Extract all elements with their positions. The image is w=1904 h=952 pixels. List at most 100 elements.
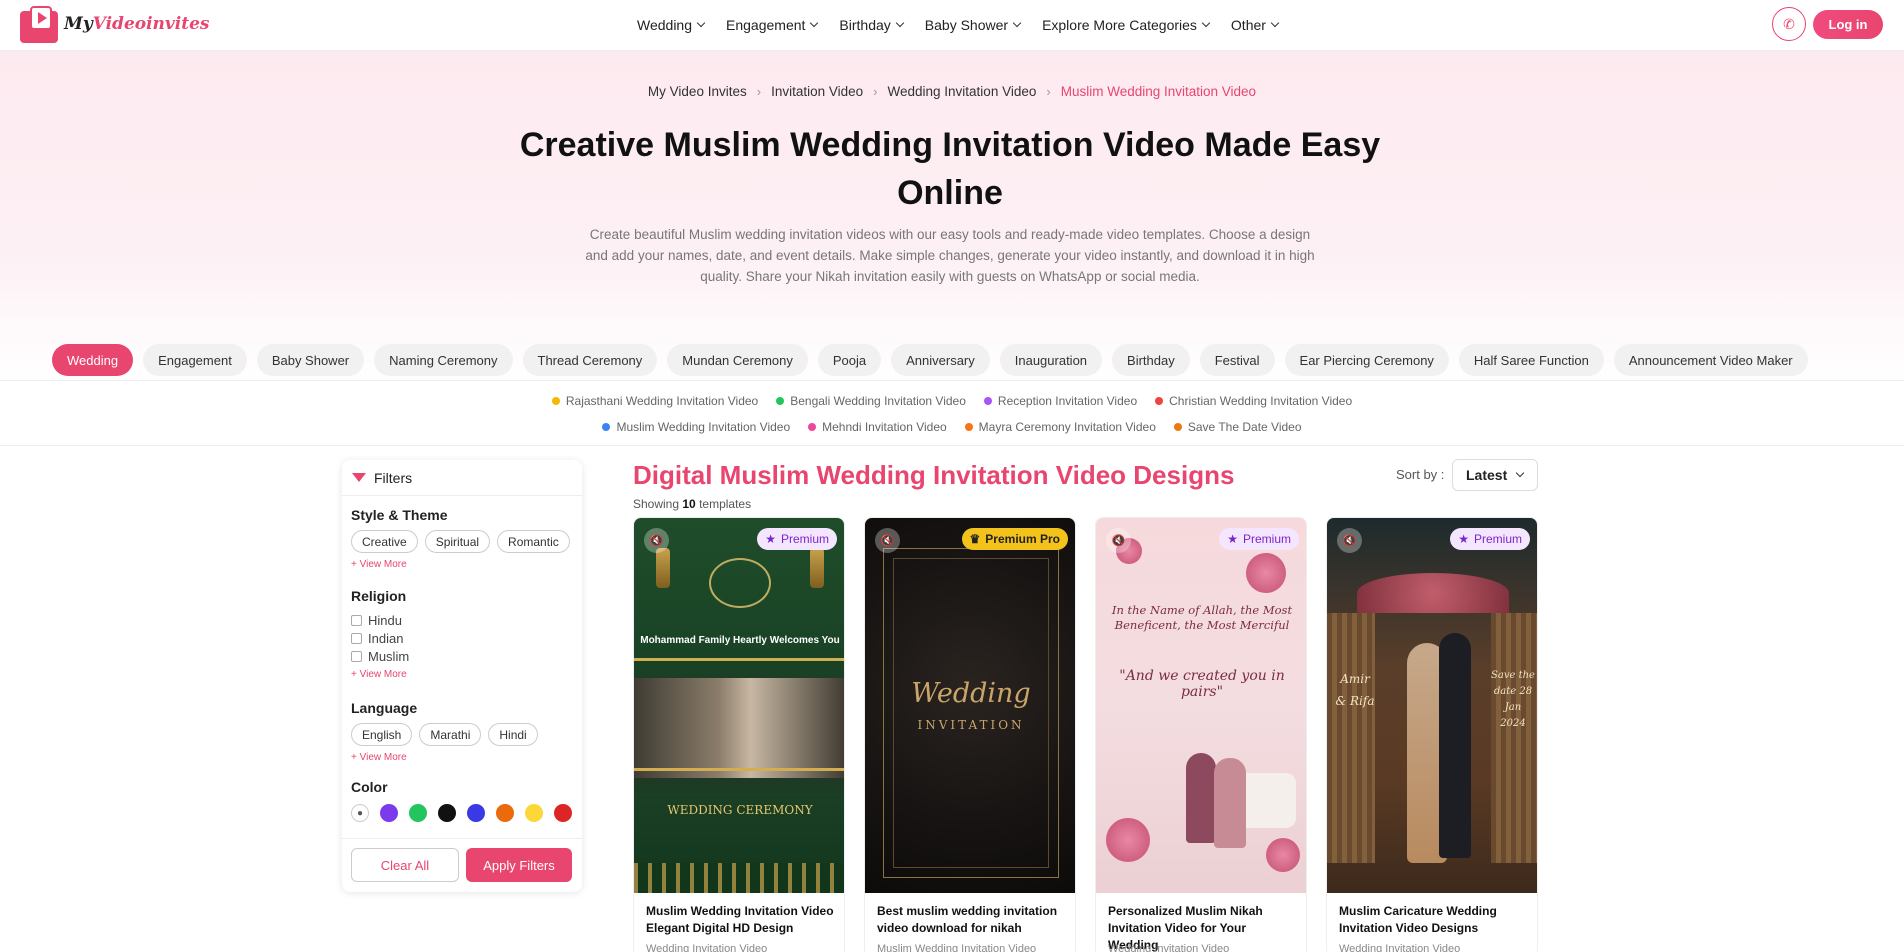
language-chip[interactable]: English <box>351 723 413 746</box>
palette-icon[interactable]: ● <box>351 804 369 822</box>
subcategory-link[interactable]: Christian Wedding Invitation Video <box>1155 394 1352 408</box>
nav-wedding[interactable]: Wedding <box>637 17 706 33</box>
religion-option[interactable]: Hindu <box>351 611 409 629</box>
template-card[interactable]: 🔇 ★ Premium In the Name of Allah, the Mos… <box>1095 517 1307 952</box>
sort-select[interactable]: Latest <box>1452 459 1538 491</box>
color-swatch[interactable] <box>438 804 456 822</box>
category-pill[interactable]: Anniversary <box>891 344 990 376</box>
subcategory-label: Muslim Wedding Invitation Video <box>616 420 791 434</box>
dot-icon <box>776 397 785 405</box>
mute-icon[interactable]: 🔇 <box>644 528 669 553</box>
breadcrumb-item[interactable]: Wedding Invitation Video <box>888 84 1037 99</box>
category-pill[interactable]: Engagement <box>143 344 247 376</box>
card-category: Wedding Invitation Video <box>1339 943 1461 952</box>
subcategory-link[interactable]: Save The Date Video <box>1173 420 1302 434</box>
breadcrumb-current: Muslim Wedding Invitation Video <box>1060 84 1257 99</box>
category-pills: Wedding Engagement Baby Shower Naming Cerem… <box>52 344 1808 376</box>
color-swatch[interactable] <box>554 804 572 822</box>
card-title[interactable]: Muslim Caricature Wedding Invitation Vid… <box>1339 903 1529 937</box>
subcategory-links: Rajasthani Wedding Invitation Video Benga… <box>0 380 1904 446</box>
mute-icon[interactable]: 🔇 <box>1337 528 1362 553</box>
religion-option[interactable]: Indian <box>351 629 409 647</box>
religion-option[interactable]: Muslim <box>351 647 409 665</box>
chevron-down-icon <box>1201 18 1211 28</box>
subcategory-link[interactable]: Rajasthani Wedding Invitation Video <box>551 394 758 408</box>
color-swatch[interactable] <box>380 804 398 822</box>
preview-text: In the Name of Allah, the Most Beneficen… <box>1111 603 1293 632</box>
color-swatch[interactable] <box>409 804 427 822</box>
checkbox[interactable] <box>351 632 362 644</box>
premium-badge: ★ Premium <box>1450 528 1530 550</box>
template-preview[interactable]: 🔇 ★ Premium Mohammad Family Heartly Welco… <box>634 518 844 893</box>
category-pill[interactable]: Festival <box>1199 344 1275 376</box>
category-pill[interactable]: Thread Ceremony <box>522 344 658 376</box>
clear-all-button[interactable]: Clear All <box>351 848 459 882</box>
template-preview[interactable]: 🔇 ★ Premium In the Name of Allah, the Mos… <box>1096 518 1306 893</box>
breadcrumb: My Video Invites › Invitation Video › We… <box>0 84 1904 99</box>
site-logo[interactable]: MyVideoinvites <box>18 2 210 46</box>
nav-engagement[interactable]: Engagement <box>726 17 819 33</box>
preview-text: "And we created you in pairs" <box>1119 668 1285 700</box>
phone-button[interactable]: ✆ <box>1772 7 1806 41</box>
card-category: Wedding Invitation Video <box>1108 943 1230 952</box>
dot-icon <box>1173 423 1182 431</box>
checkbox[interactable] <box>351 614 362 626</box>
nav-baby-shower[interactable]: Baby Shower <box>925 17 1022 33</box>
subcategory-link[interactable]: Mehndi Invitation Video <box>808 420 947 434</box>
category-pill[interactable]: Half Saree Function <box>1458 344 1604 376</box>
language-section: Language English Marathi Hindi + View Mo… <box>351 700 538 763</box>
subcategory-link[interactable]: Reception Invitation Video <box>983 394 1137 408</box>
template-card[interactable]: 🔇 ★ Premium Amir & Rifa Save the date 28 … <box>1326 517 1538 952</box>
preview-text: WEDDING CEREMONY <box>667 803 813 817</box>
template-preview[interactable]: 🔇 ★ Premium Amir & Rifa Save the date 28 … <box>1327 518 1537 893</box>
apply-filters-button[interactable]: Apply Filters <box>466 848 572 882</box>
premium-badge: ★ Premium <box>1219 528 1299 550</box>
category-pill[interactable]: Baby Shower <box>256 344 365 376</box>
card-title[interactable]: Best muslim wedding invitation video dow… <box>877 903 1067 937</box>
nav-other[interactable]: Other <box>1231 17 1280 33</box>
color-swatch[interactable] <box>525 804 543 822</box>
premium-badge: ★ Premium <box>757 528 837 550</box>
checkbox[interactable] <box>351 650 362 662</box>
logo-text: MyVideoinvites <box>64 14 210 34</box>
category-pill[interactable]: Birthday <box>1112 344 1190 376</box>
card-category: Wedding Invitation Video <box>646 943 768 952</box>
breadcrumb-item[interactable]: Invitation Video <box>771 84 863 99</box>
template-card[interactable]: 🔇 ★ Premium Mohammad Family Heartly Welco… <box>633 517 845 952</box>
phone-icon: ✆ <box>1783 15 1795 32</box>
mute-icon[interactable]: 🔇 <box>1106 528 1131 553</box>
view-more-link[interactable]: + View More <box>351 559 570 570</box>
category-pill[interactable]: Announcement Video Maker <box>1613 344 1808 376</box>
category-pill[interactable]: Pooja <box>817 344 882 376</box>
category-pill[interactable]: Inauguration <box>999 344 1103 376</box>
style-chip[interactable]: Romantic <box>497 530 570 553</box>
color-swatch[interactable] <box>496 804 514 822</box>
login-button[interactable]: Log in <box>1813 10 1883 39</box>
style-chip[interactable]: Spiritual <box>424 530 491 553</box>
language-chip[interactable]: Marathi <box>419 723 482 746</box>
view-more-link[interactable]: + View More <box>351 752 538 763</box>
breadcrumb-item[interactable]: My Video Invites <box>648 84 747 99</box>
color-swatch[interactable] <box>467 804 485 822</box>
subcategory-link[interactable]: Mayra Ceremony Invitation Video <box>964 420 1156 434</box>
category-pill[interactable]: Wedding <box>52 344 134 376</box>
nav-birthday[interactable]: Birthday <box>839 17 905 33</box>
subcategory-link[interactable]: Bengali Wedding Invitation Video <box>776 394 966 408</box>
style-theme-title: Style & Theme <box>351 507 448 523</box>
mute-icon[interactable]: 🔇 <box>875 528 900 553</box>
style-chip[interactable]: Creative <box>351 530 418 553</box>
view-more-link[interactable]: + View More <box>351 669 409 680</box>
card-title[interactable]: Muslim Wedding Invitation Video Elegant … <box>646 903 836 937</box>
chevron-down-icon <box>810 18 819 28</box>
preview-text: INVITATION <box>917 718 1025 732</box>
preview-photo <box>634 678 844 778</box>
category-pill[interactable]: Mundan Ceremony <box>667 344 808 376</box>
template-preview[interactable]: 🔇 ♛ Premium Pro Wedding INVITATION <box>865 518 1075 893</box>
subcategory-link[interactable]: Muslim Wedding Invitation Video <box>602 420 790 434</box>
nav-explore-more[interactable]: Explore More Categories <box>1042 17 1211 33</box>
subcategory-label: Save The Date Video <box>1187 420 1302 434</box>
template-card[interactable]: 🔇 ♛ Premium Pro Wedding INVITATION Best m… <box>864 517 1076 952</box>
language-chip[interactable]: Hindi <box>488 723 538 746</box>
category-pill[interactable]: Naming Ceremony <box>374 344 513 376</box>
category-pill[interactable]: Ear Piercing Ceremony <box>1284 344 1449 376</box>
